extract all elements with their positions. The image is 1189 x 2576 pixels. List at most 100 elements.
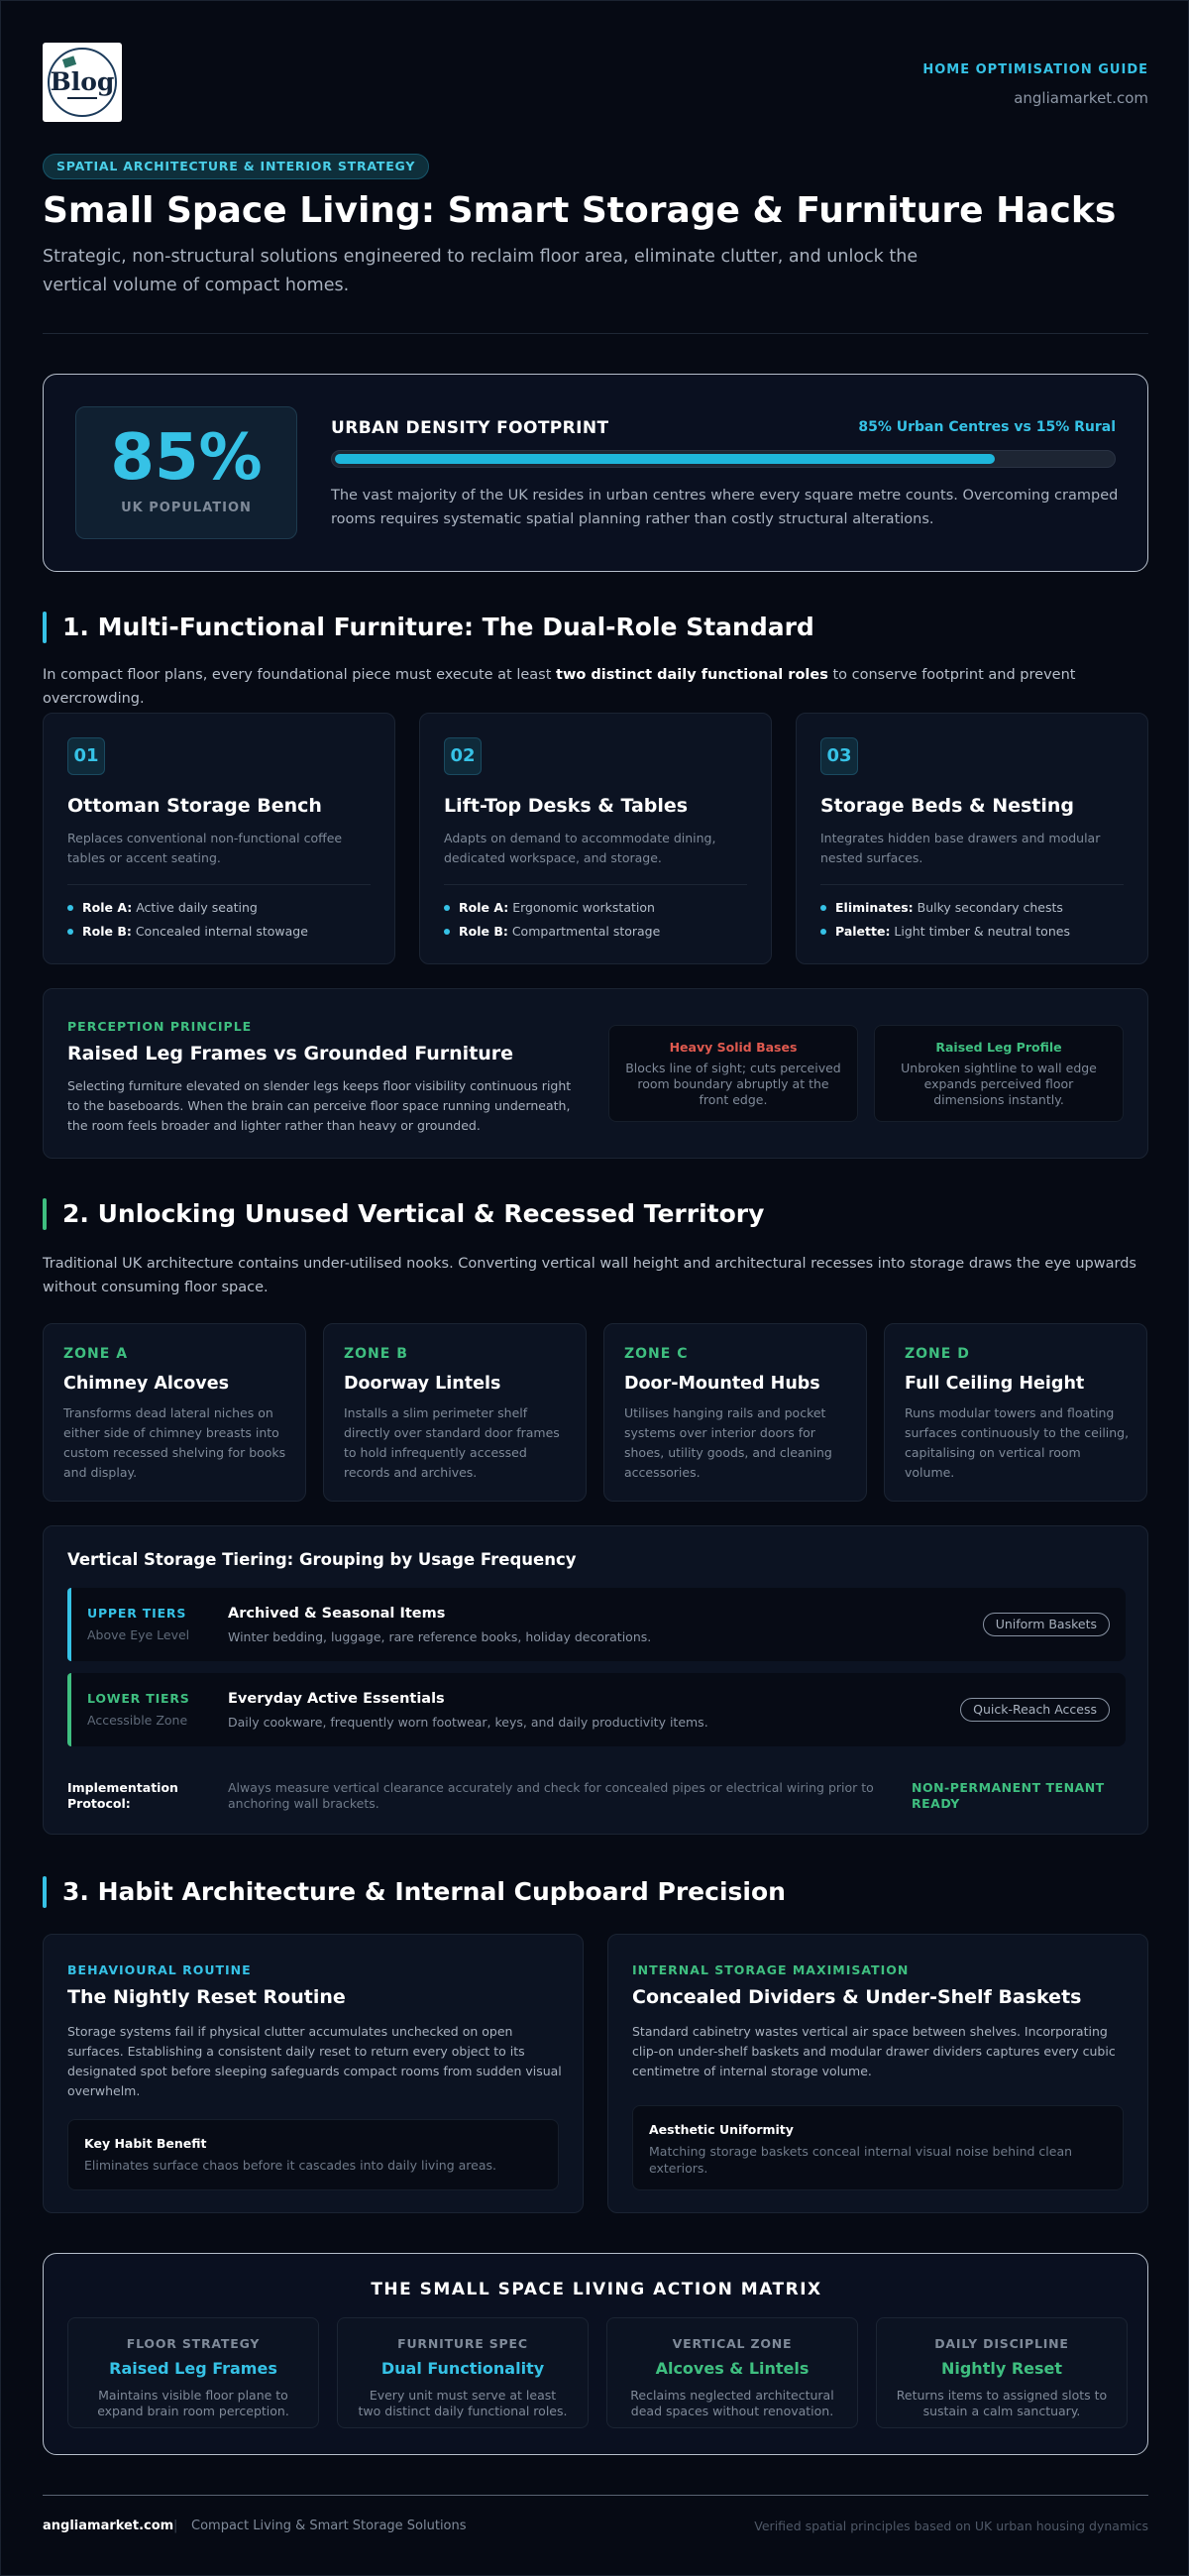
heavy-bases-desc: Blocks line of sight; cuts perceived roo… <box>625 1061 841 1107</box>
blog-logo[interactable]: Blog <box>43 43 122 122</box>
section-1-title: 1. Multi-Functional Furniture: The Dual-… <box>62 613 814 641</box>
stat-comparison: 85% Urban Centres vs 15% Rural <box>858 419 1116 435</box>
feature-list-item: Palette: Light timber & neutral tones <box>820 924 1070 939</box>
feature-list-item: Role A: Active daily seating <box>67 900 258 915</box>
footer-brand-link[interactable]: angliamarket.com <box>43 2519 173 2533</box>
feature-list-item: Eliminates: Bulky secondary chests <box>820 900 1063 915</box>
section-2-title: 2. Unlocking Unused Vertical & Recessed … <box>62 1199 765 1228</box>
lead-text-emphasis: two distinct daily functional roles <box>556 667 828 683</box>
tier-accent <box>67 1673 71 1746</box>
item-key: Palette: <box>835 924 891 939</box>
zone-card-lintels: ZONE B Doorway Lintels Installs a slim p… <box>323 1323 587 1502</box>
feature-description: Adapts on demand to accommodate dining, … <box>444 831 716 865</box>
footer-separator: | <box>173 2519 178 2533</box>
matrix-item-desc: Every unit must serve at least two disti… <box>358 2388 568 2418</box>
raised-leg-title: Raised Leg Profile <box>935 1040 1062 1055</box>
header-divider <box>43 333 1148 334</box>
zone-label: ZONE A <box>63 1346 129 1362</box>
item-value: Active daily seating <box>132 900 258 915</box>
section-2-accent <box>43 1198 47 1230</box>
matrix-item-head: FURNITURE SPEC <box>397 2336 528 2351</box>
zone-description: Installs a slim perimeter shelf directly… <box>344 1405 560 1480</box>
habit-eyebrow: BEHAVIOURAL ROUTINE <box>67 1962 252 1977</box>
page-title: Small Space Living: Smart Storage & Furn… <box>43 190 1117 231</box>
item-value: Ergonomic workstation <box>508 900 655 915</box>
item-value: Concealed internal stowage <box>131 924 308 939</box>
matrix-item-desc: Maintains visible floor plane to expand … <box>97 2388 289 2418</box>
tier-accent <box>67 1588 71 1661</box>
feature-list-item: Role B: Concealed internal stowage <box>67 924 308 939</box>
zone-title: Full Ceiling Height <box>905 1374 1085 1394</box>
feature-list-item: Role B: Compartmental storage <box>444 924 660 939</box>
habit-benefit-box: Key Habit Benefit Eliminates surface cha… <box>67 2119 559 2190</box>
feature-list-item: Role A: Ergonomic workstation <box>444 900 655 915</box>
matrix-item-head: FLOOR STRATEGY <box>126 2336 261 2351</box>
zone-label: ZONE B <box>344 1346 408 1362</box>
zone-card-door-hubs: ZONE C Door-Mounted Hubs Utilises hangin… <box>603 1323 867 1502</box>
zone-label: ZONE D <box>905 1346 970 1362</box>
feature-number: 03 <box>820 737 858 775</box>
matrix-item-vertical: VERTICAL ZONE Alcoves & Lintels Reclaims… <box>606 2317 858 2428</box>
feature-title: Ottoman Storage Bench <box>67 795 322 817</box>
perception-eyebrow: PERCEPTION PRINCIPLE <box>67 1019 253 1034</box>
footer-tagline: Compact Living & Smart Storage Solutions <box>191 2519 467 2533</box>
zone-description: Utilises hanging rails and pocket system… <box>624 1405 832 1480</box>
tier-subheading: Accessible Zone <box>87 1713 188 1728</box>
logo-tag-icon <box>61 56 77 68</box>
habit-benefit-title: Key Habit Benefit <box>84 2136 207 2151</box>
tier-tag: Uniform Baskets <box>982 1613 1110 1636</box>
item-key: Role B: <box>82 924 132 939</box>
site-link[interactable]: angliamarket.com <box>922 89 1148 107</box>
lead-text-start: In compact floor plans, every foundation… <box>43 667 557 683</box>
tier-row-lower: LOWER TIERS Accessible Zone Everyday Act… <box>67 1673 1126 1746</box>
zone-description: Runs modular towers and floating surface… <box>905 1405 1130 1480</box>
implementation-label: Implementation Protocol: <box>67 1780 178 1811</box>
tier-row-upper: UPPER TIERS Above Eye Level Archived & S… <box>67 1588 1126 1661</box>
page-lead: Strategic, non-structural solutions engi… <box>43 247 919 295</box>
tier-title: Everyday Active Essentials <box>228 1691 445 1707</box>
urban-progress-fill <box>335 454 995 464</box>
tier-tag: Quick-Reach Access <box>960 1698 1110 1722</box>
zone-label: ZONE C <box>624 1346 689 1362</box>
item-key: Eliminates: <box>835 900 914 915</box>
matrix-item-floor: FLOOR STRATEGY Raised Leg Frames Maintai… <box>67 2317 319 2428</box>
page-frame: Blog HOME OPTIMISATION GUIDE angliamarke… <box>0 0 1189 2576</box>
feature-title: Storage Beds & Nesting <box>820 795 1075 817</box>
aesthetic-title: Aesthetic Uniformity <box>649 2122 794 2137</box>
item-key: Role B: <box>459 924 508 939</box>
tier-heading: LOWER TIERS <box>87 1691 190 1706</box>
tier-heading: UPPER TIERS <box>87 1606 187 1621</box>
zone-title: Door-Mounted Hubs <box>624 1374 820 1394</box>
item-value: Bulky secondary chests <box>913 900 1063 915</box>
matrix-item-desc: Returns items to assigned slots to susta… <box>896 2388 1108 2418</box>
habit-description: Storage systems fail if physical clutter… <box>67 2024 562 2098</box>
tier-description: Winter bedding, luggage, rare reference … <box>228 1629 652 1644</box>
section-1-lead: In compact floor plans, every foundation… <box>43 663 1148 711</box>
matrix-item-desc: Reclaims neglected architectural dead sp… <box>630 2388 834 2418</box>
item-key: Role A: <box>82 900 133 915</box>
zone-description: Transforms dead lateral niches on either… <box>63 1405 286 1480</box>
feature-card-ottoman: 01 Ottoman Storage Bench Replaces conven… <box>43 713 395 964</box>
logo-wordmark: Blog <box>50 67 115 96</box>
concealed-dividers-card: INTERNAL STORAGE MAXIMISATION Concealed … <box>607 1934 1148 2213</box>
matrix-item-furniture: FURNITURE SPEC Dual Functionality Every … <box>337 2317 589 2428</box>
matrix-item-head: VERTICAL ZONE <box>672 2336 793 2351</box>
feature-number: 02 <box>444 737 482 775</box>
perception-description: Selecting furniture elevated on slender … <box>67 1078 572 1133</box>
tiering-title: Vertical Storage Tiering: Grouping by Us… <box>67 1550 577 1569</box>
item-value: Light timber & neutral tones <box>890 924 1070 939</box>
feature-divider <box>67 884 371 885</box>
storage-eyebrow: INTERNAL STORAGE MAXIMISATION <box>632 1962 910 1977</box>
feature-divider <box>444 884 747 885</box>
stat-value: 85% <box>110 421 263 495</box>
stat-description: The vast majority of the UK resides in u… <box>331 488 1119 527</box>
matrix-item-head: DAILY DISCIPLINE <box>934 2336 1069 2351</box>
urban-progress-bar <box>331 450 1116 468</box>
matrix-item-discipline: DAILY DISCIPLINE Nightly Reset Returns i… <box>876 2317 1128 2428</box>
feature-title: Lift-Top Desks & Tables <box>444 795 689 817</box>
logo-underline <box>67 97 97 99</box>
tier-description: Daily cookware, frequently worn footwear… <box>228 1715 708 1730</box>
matrix-title: THE SMALL SPACE LIVING ACTION MATRIX <box>371 2280 822 2299</box>
urban-density-card: 85% UK POPULATION URBAN DENSITY FOOTPRIN… <box>43 374 1148 572</box>
item-key: Role A: <box>459 900 509 915</box>
